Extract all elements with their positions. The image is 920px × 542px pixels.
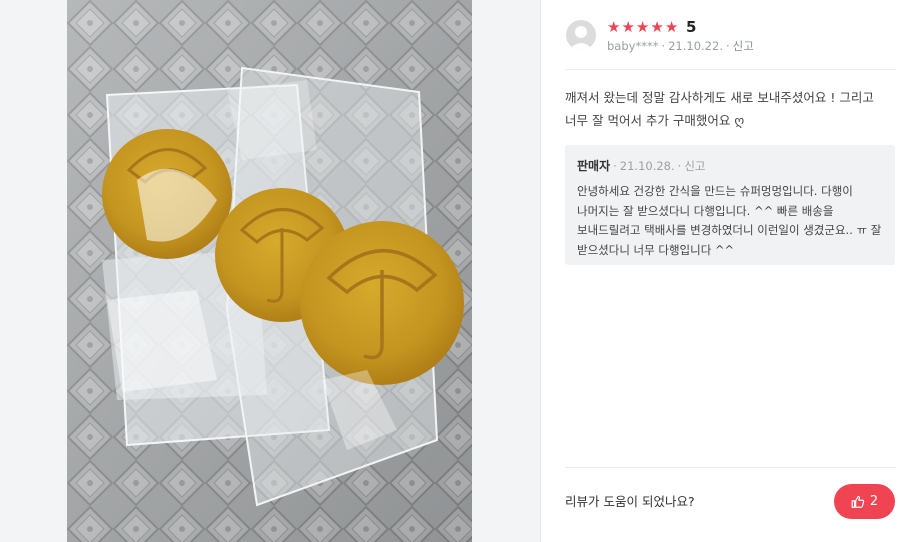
helpful-button[interactable]: 2 bbox=[834, 484, 895, 519]
review-meta: baby**** · 21.10.22. · 신고 bbox=[607, 39, 754, 53]
photo-panel bbox=[0, 0, 540, 542]
review-text: 깨져서 왔는데 정말 감사하게도 새로 보내주셨어요 ! 그리고 너무 잘 먹어… bbox=[565, 90, 874, 128]
star-icon: ★ bbox=[664, 18, 679, 36]
divider bbox=[565, 467, 896, 468]
star-icon: ★ bbox=[607, 18, 621, 36]
star-icon: ★ bbox=[650, 18, 664, 36]
avatar bbox=[566, 20, 596, 50]
reply-text: 안녕하세요 건강한 간식을 만드는 슈퍼멍멍입니다. 다행이 나머지는 잘 받으… bbox=[577, 184, 882, 257]
reply-date: 21.10.28. bbox=[619, 159, 675, 173]
reply-meta: 판매자 · 21.10.28. · 신고 bbox=[577, 159, 706, 173]
review-photo[interactable] bbox=[67, 0, 472, 542]
star-icon: ★ bbox=[635, 18, 650, 36]
star-icon: ★ bbox=[621, 18, 635, 36]
divider bbox=[565, 69, 896, 70]
rating-value: 5 bbox=[686, 18, 697, 36]
helpful-count: 2 bbox=[869, 494, 879, 509]
reply-author: 판매자 bbox=[577, 159, 611, 173]
star-rating: ★ ★ ★ ★ ★ bbox=[607, 17, 678, 37]
user-icon bbox=[569, 26, 593, 50]
report-link[interactable]: 신고 bbox=[733, 39, 754, 53]
thumbs-up-icon bbox=[851, 495, 865, 508]
review-date: 21.10.22. bbox=[668, 39, 723, 53]
reply-report-link[interactable]: 신고 bbox=[684, 159, 705, 173]
seller-reply: 판매자 · 21.10.28. · 신고 안녕하세요 건강한 간식을 만드는 슈퍼멍멍입… bbox=[565, 145, 895, 265]
author-name: baby**** bbox=[607, 39, 659, 53]
helpful-question: 리뷰가 도움이 되었나요? bbox=[565, 494, 695, 509]
review-panel: ★ ★ ★ ★ ★ 5 baby**** · 21.10.22. · 신고 깨져서 왔는… bbox=[541, 0, 920, 542]
